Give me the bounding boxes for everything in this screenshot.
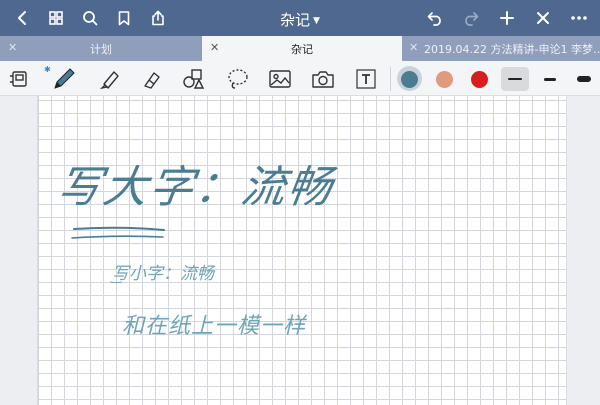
- tab-strip: ✕ 计划 ✕ 杂记 ✕ 2019.04.22 方法精讲-申论1 李梦…: [0, 36, 600, 61]
- shapes-tool-icon[interactable]: [180, 65, 208, 93]
- search-icon[interactable]: [77, 5, 103, 31]
- bookmark-icon[interactable]: [111, 5, 137, 31]
- notebook-title: 杂记: [280, 11, 311, 29]
- handwritten-line-2: 和在纸上一模一样: [122, 314, 307, 339]
- handwriting-strokes: [71, 226, 165, 283]
- redo-icon[interactable]: [458, 5, 484, 31]
- tab-label: 计划: [90, 42, 112, 56]
- pen-tool-icon[interactable]: [50, 65, 78, 93]
- color-swatch-salmon[interactable]: [436, 71, 453, 88]
- notebook-title-dropdown[interactable]: 杂记 ▼: [250, 9, 350, 30]
- thickness-thick[interactable]: [570, 67, 598, 91]
- handwritten-heading: 写大字：流畅: [53, 162, 337, 213]
- camera-icon[interactable]: [309, 65, 337, 93]
- close-icon[interactable]: [530, 5, 556, 31]
- image-insert-icon[interactable]: [266, 65, 294, 93]
- close-tab-icon[interactable]: ✕: [409, 41, 418, 54]
- toolbar-divider: [390, 67, 391, 91]
- tab-label: 杂记: [291, 42, 313, 56]
- note-page[interactable]: 写大字：流畅 写小字：流畅 和在纸上一模一样: [37, 96, 567, 405]
- page-layout-icon[interactable]: [6, 65, 34, 93]
- color-swatch-teal[interactable]: [401, 71, 418, 88]
- grid-icon[interactable]: [43, 5, 69, 31]
- more-icon[interactable]: [566, 5, 592, 31]
- highlighter-tool-icon[interactable]: [95, 65, 123, 93]
- color-swatch-red[interactable]: [471, 71, 488, 88]
- text-box-icon[interactable]: [352, 65, 380, 93]
- thickness-medium[interactable]: [536, 67, 564, 91]
- share-icon[interactable]: [145, 5, 171, 31]
- close-tab-icon[interactable]: ✕: [8, 41, 17, 54]
- thickness-thin[interactable]: [501, 67, 529, 91]
- drawing-toolbar: ✱: [0, 61, 600, 96]
- tab-notes[interactable]: ✕ 杂记: [202, 36, 402, 61]
- eraser-tool-icon[interactable]: [138, 65, 166, 93]
- chevron-down-icon: ▼: [313, 16, 320, 26]
- top-navigation-bar: 杂记 ▼: [0, 0, 600, 36]
- tab-plan[interactable]: ✕ 计划: [0, 36, 202, 61]
- tab-lecture[interactable]: ✕ 2019.04.22 方法精讲-申论1 李梦…: [402, 36, 600, 61]
- close-tab-icon[interactable]: ✕: [210, 41, 219, 54]
- add-icon[interactable]: [494, 5, 520, 31]
- lasso-tool-icon[interactable]: [224, 65, 252, 93]
- undo-icon[interactable]: [422, 5, 448, 31]
- back-icon[interactable]: [9, 5, 35, 31]
- tab-label: 2019.04.22 方法精讲-申论1 李梦…: [424, 42, 600, 56]
- handwritten-line-1: 写小字：流畅: [112, 264, 214, 284]
